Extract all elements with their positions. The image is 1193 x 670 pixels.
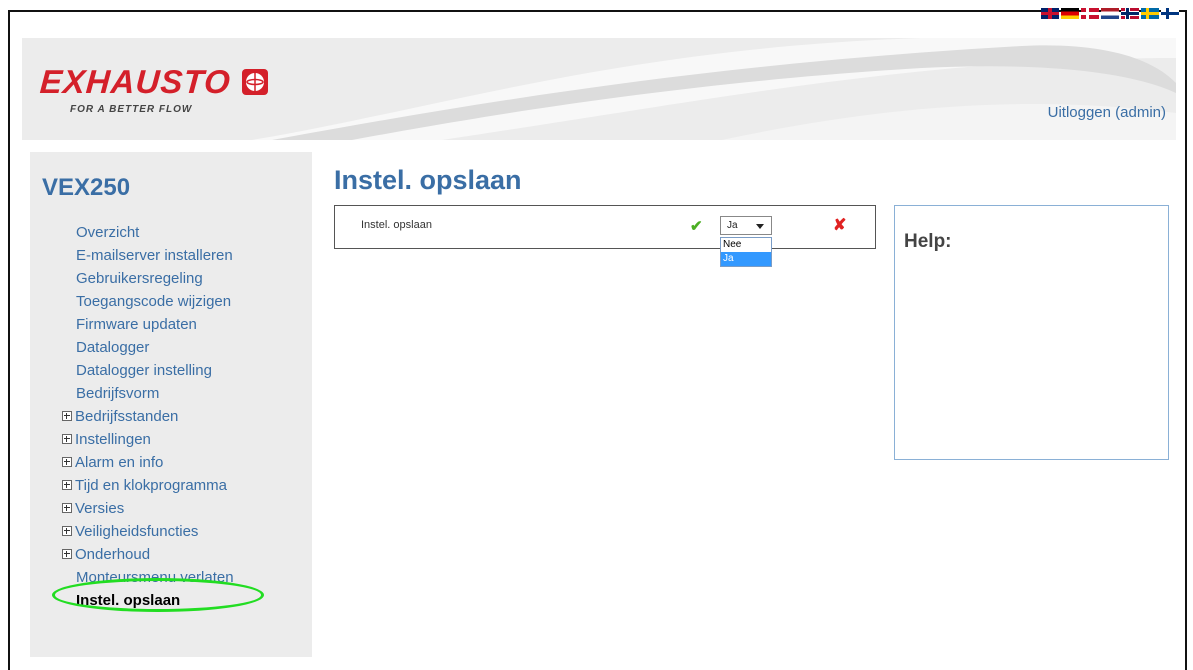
flag-dk-icon[interactable] [1081, 8, 1099, 19]
nav-tijd-en-klokprogramma[interactable]: Tijd en klokprogramma [62, 474, 234, 497]
page-header: EXHAUSTO FOR A BETTER FLOW Uitloggen (ad… [22, 38, 1176, 140]
select-value: Ja [727, 220, 738, 231]
flag-no-icon[interactable] [1121, 8, 1139, 19]
nav-e-mailserver-installeren[interactable]: E-mailserver installeren [76, 244, 234, 267]
chevron-down-icon [756, 224, 764, 229]
expand-plus-icon[interactable] [62, 549, 72, 560]
fan-logo-icon [242, 69, 269, 95]
confirm-check-icon[interactable]: ✔ [690, 217, 703, 235]
nav-versies[interactable]: Versies [62, 497, 234, 520]
nav-overzicht[interactable]: Overzicht [76, 221, 234, 244]
flag-en-icon[interactable] [1041, 8, 1059, 19]
nav-monteursmenu-verlaten[interactable]: Monteursmenu verlaten [76, 566, 234, 589]
nav-datalogger-instelling[interactable]: Datalogger instelling [76, 359, 234, 382]
option-ja[interactable]: Ja [721, 252, 771, 266]
cancel-x-icon[interactable]: ✘ [833, 215, 846, 235]
expand-plus-icon[interactable] [62, 503, 72, 514]
help-title: Help: [904, 231, 952, 252]
brand-tagline: FOR A BETTER FLOW [70, 104, 193, 115]
flag-nl-icon[interactable] [1101, 8, 1119, 19]
exhausto-logo: EXHAUSTO [38, 63, 269, 101]
nav-gebruikersregeling[interactable]: Gebruikersregeling [76, 267, 234, 290]
flag-fi-icon[interactable] [1161, 8, 1179, 19]
option-nee[interactable]: Nee [721, 238, 771, 252]
brand-name: EXHAUSTO [38, 63, 233, 100]
select-dropdown-list: Nee Ja [720, 237, 772, 267]
expand-plus-icon[interactable] [62, 411, 72, 422]
nav-bedrijfsstanden[interactable]: Bedrijfsstanden [62, 405, 234, 428]
logout-link[interactable]: Uitloggen (admin) [1048, 104, 1166, 121]
nav-toegangscode-wijzigen[interactable]: Toegangscode wijzigen [76, 290, 234, 313]
page-title: Instel. opslaan [334, 165, 522, 195]
nav-onderhoud[interactable]: Onderhoud [62, 543, 234, 566]
nav-alarm-en-info[interactable]: Alarm en info [62, 451, 234, 474]
sidebar-nav: Overzicht E-mailserver installeren Gebru… [62, 221, 234, 612]
expand-plus-icon[interactable] [62, 434, 72, 445]
nav-bedrijfsvorm[interactable]: Bedrijfsvorm [76, 382, 234, 405]
setting-select[interactable]: Ja [720, 216, 772, 235]
nav-instel-opslaan[interactable]: Instel. opslaan [76, 589, 234, 612]
device-title: VEX250 [42, 174, 131, 201]
nav-instellingen[interactable]: Instellingen [62, 428, 234, 451]
help-panel: Help: [894, 205, 1169, 460]
setting-row: Instel. opslaan ✔ Ja Nee Ja ✘ [334, 205, 876, 267]
flag-se-icon[interactable] [1141, 8, 1159, 19]
expand-plus-icon[interactable] [62, 480, 72, 491]
nav-datalogger[interactable]: Datalogger [76, 336, 234, 359]
expand-plus-icon[interactable] [62, 526, 72, 537]
flag-de-icon[interactable] [1061, 8, 1079, 19]
language-flags [1041, 8, 1179, 19]
sidebar: VEX250 Overzicht E-mailserver installere… [30, 152, 312, 657]
nav-firmware-updaten[interactable]: Firmware updaten [76, 313, 234, 336]
expand-plus-icon[interactable] [62, 457, 72, 468]
nav-veiligheidsfuncties[interactable]: Veiligheidsfuncties [62, 520, 234, 543]
setting-label: Instel. opslaan [361, 219, 432, 231]
